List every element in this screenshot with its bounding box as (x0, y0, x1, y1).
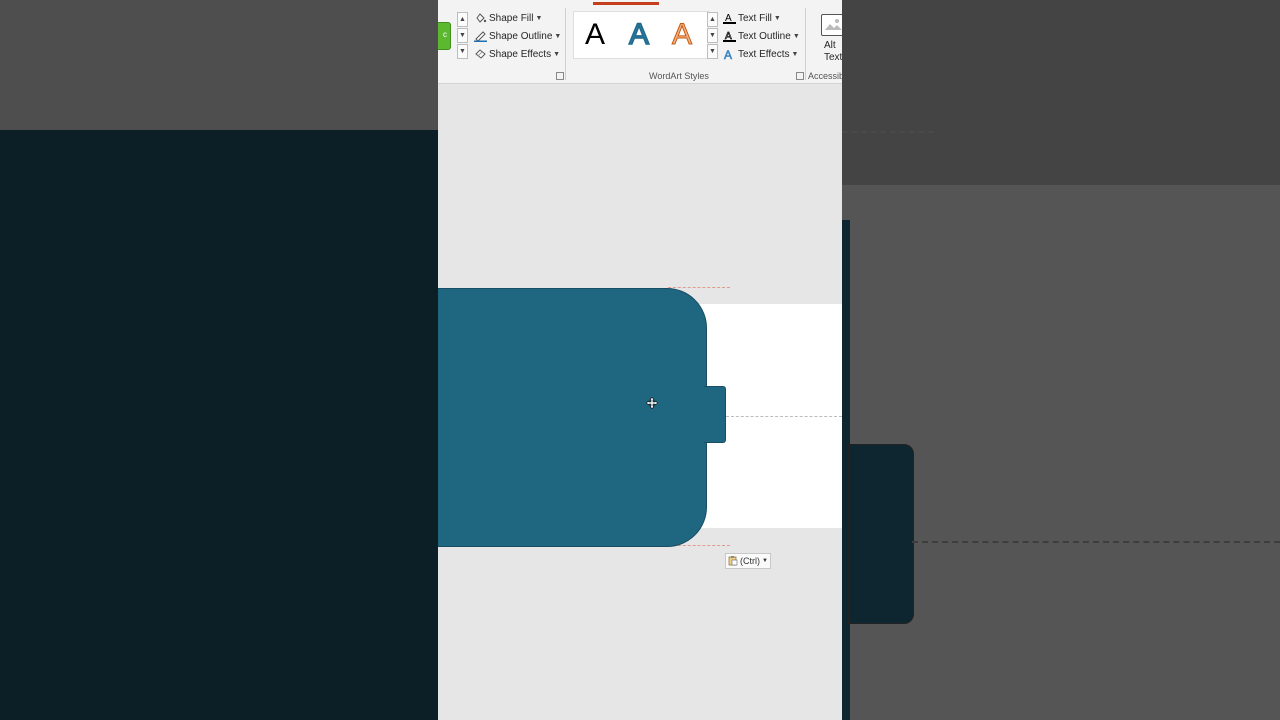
chevron-down-icon: ▼ (773, 14, 781, 22)
active-tab-indicator (593, 2, 659, 5)
scroll-up-button[interactable]: ▲ (707, 12, 718, 27)
paste-options-button[interactable]: (Ctrl) ▼ (725, 553, 771, 569)
chevron-down-icon: ▼ (791, 50, 799, 58)
background-top-right (842, 0, 1280, 185)
shape-outline-button[interactable]: Shape Outline ▼ (474, 30, 561, 42)
wordart-styles-gallery[interactable]: A A A (573, 11, 709, 59)
shape-effects-icon (474, 48, 487, 60)
group-separator (565, 8, 566, 80)
chevron-down-icon: ▼ (792, 32, 800, 40)
center-guide (726, 416, 842, 417)
shape-effects-button[interactable]: Shape Effects ▼ (474, 48, 560, 60)
background-top-left (0, 0, 438, 130)
background-guide (912, 541, 1280, 543)
paint-bucket-icon (474, 12, 487, 24)
shape-fill-button[interactable]: Shape Fill ▼ (474, 12, 542, 24)
chevron-down-icon: ▼ (553, 50, 561, 58)
ribbon: c ▲ ▼ ▼ Shape Fill ▼ Shape Outline ▼ Shape… (438, 0, 842, 84)
smart-guide (668, 287, 730, 288)
scroll-up-button[interactable]: ▲ (457, 12, 468, 27)
pencil-outline-icon (474, 30, 487, 42)
wordart-style-black[interactable]: A (585, 18, 605, 52)
alt-text-button[interactable]: Alt Text (824, 40, 842, 64)
alt-text-icon[interactable] (821, 14, 842, 36)
powerpoint-window: c ▲ ▼ ▼ Shape Fill ▼ Shape Outline ▼ Shape… (438, 0, 842, 720)
text-effects-button[interactable]: A Text Effects ▼ (723, 48, 799, 63)
clipboard-icon (728, 555, 738, 568)
text-fill-icon: A (723, 12, 736, 24)
rounded-rectangle-shape[interactable] (438, 288, 707, 547)
move-cursor-icon (645, 396, 659, 410)
background-shape-tab (848, 444, 914, 624)
shape-styles-scroll: ▲ ▼ ▼ (457, 12, 468, 59)
text-outline-button[interactable]: A Text Outline ▼ (723, 30, 800, 42)
wordart-scroll: ▲ ▼ ▼ (707, 12, 718, 59)
scroll-down-button[interactable]: ▼ (707, 28, 718, 43)
more-button[interactable]: ▼ (707, 44, 718, 59)
shape-connector-tab[interactable] (704, 386, 726, 443)
shape-styles-dialog-launcher[interactable] (556, 72, 564, 80)
chevron-down-icon: ▼ (762, 558, 768, 564)
wordart-style-blue[interactable]: A (628, 17, 650, 52)
more-button[interactable]: ▼ (457, 44, 468, 59)
wordart-style-orange[interactable]: A (671, 18, 692, 52)
text-effects-icon: A (723, 48, 736, 63)
wordart-styles-label: WordArt Styles (649, 71, 709, 81)
accessibility-label: Accessibi (808, 71, 842, 81)
group-separator (805, 8, 806, 80)
background-guide-top (842, 131, 934, 133)
text-fill-button[interactable]: A Text Fill ▼ (723, 12, 781, 24)
chevron-down-icon: ▼ (554, 32, 562, 40)
scroll-down-button[interactable]: ▼ (457, 28, 468, 43)
chevron-down-icon: ▼ (535, 14, 543, 22)
background-left (0, 130, 438, 720)
text-outline-icon: A (723, 30, 736, 42)
wordart-dialog-launcher[interactable] (796, 72, 804, 80)
svg-text:A: A (724, 48, 732, 60)
shape-style-swatch[interactable]: c (438, 22, 451, 50)
